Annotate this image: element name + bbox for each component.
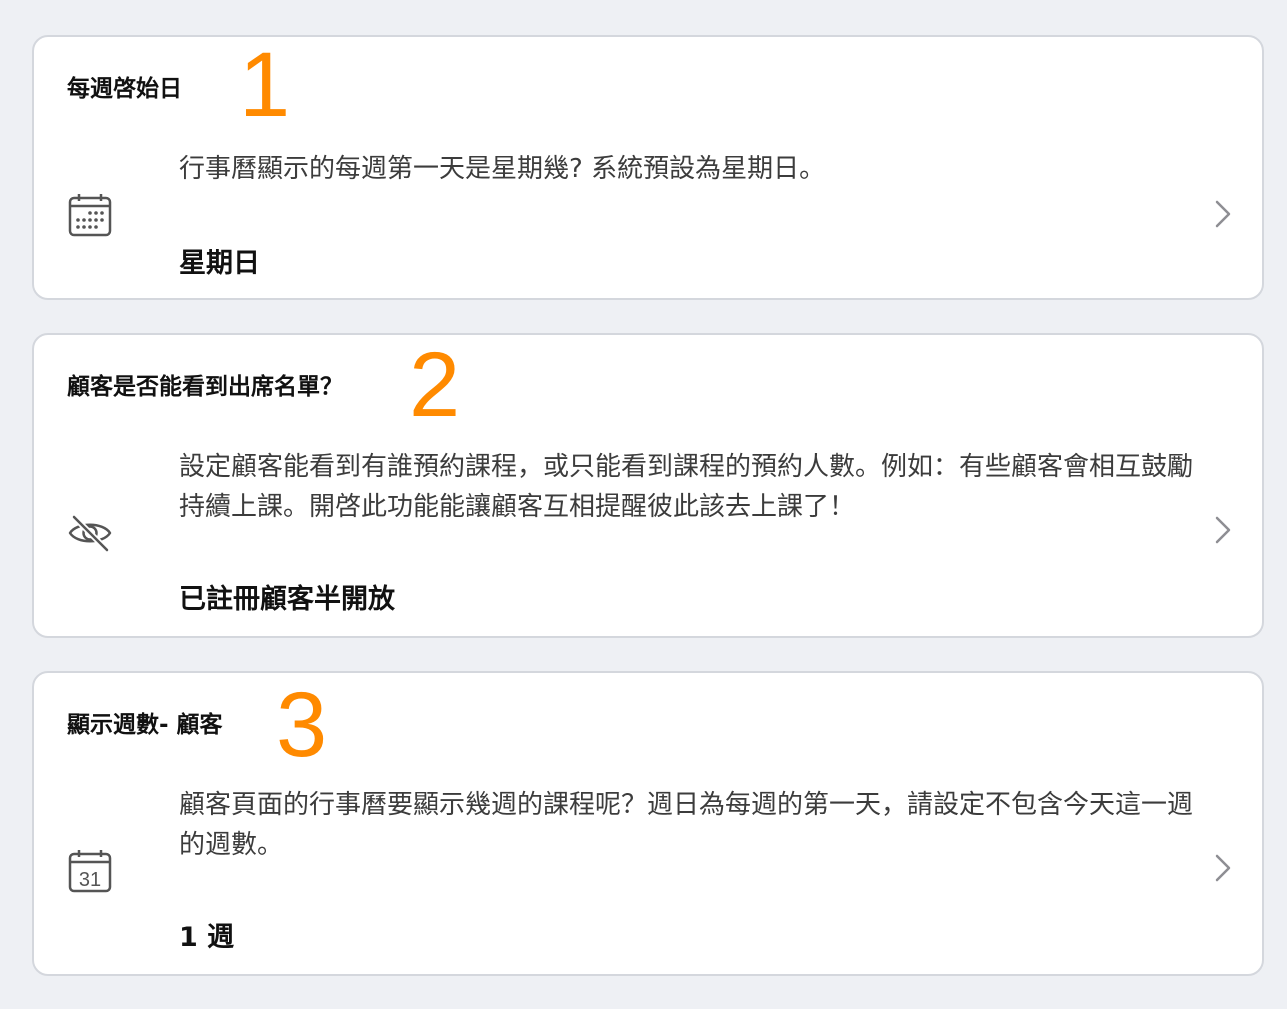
setting-card-week-start[interactable]: 每週啓始日 1 行事曆顯示的每週第一天是星期幾? 系統預設為星期日。 星期日 <box>32 35 1264 300</box>
setting-value: 1 週 <box>179 922 235 953</box>
chevron-right-icon[interactable] <box>1212 851 1234 885</box>
chevron-right-icon[interactable] <box>1212 513 1234 547</box>
setting-description: 設定顧客能看到有誰預約課程，或只能看到課程的預約人數。例如：有些顧客會相互鼓勵持… <box>179 452 1194 522</box>
setting-card-weeks-displayed[interactable]: 顯示週數- 顧客 3 顧客頁面的行事曆要顯示幾週的課程呢？週日為每週的第一天，請… <box>32 671 1264 976</box>
eye-off-icon <box>68 514 112 553</box>
calendar-31-icon: 31 <box>68 850 112 893</box>
chevron-right-icon[interactable] <box>1212 197 1234 231</box>
setting-title: 顧客是否能看到出席名單？ <box>67 374 343 400</box>
setting-description: 顧客頁面的行事曆要顯示幾週的課程呢？週日為每週的第一天，請設定不包含今天這一週的… <box>179 790 1194 860</box>
setting-value: 星期日 <box>179 248 260 279</box>
setting-card-attendance-visibility[interactable]: 顧客是否能看到出席名單？ 2 設定顧客能看到有誰預約課程，或只能看到課程的預約人… <box>32 333 1264 638</box>
setting-value: 已註冊顧客半開放 <box>179 584 395 615</box>
step-number-annotation: 3 <box>276 674 328 776</box>
setting-title: 每週啓始日 <box>67 76 182 102</box>
calendar-grid-icon <box>68 194 112 237</box>
step-number-annotation: 2 <box>409 334 461 436</box>
calendar-day-number: 31 <box>79 869 101 891</box>
setting-description: 行事曆顯示的每週第一天是星期幾? 系統預設為星期日。 <box>179 154 826 184</box>
setting-title: 顯示週數- 顧客 <box>67 712 223 738</box>
step-number-annotation: 1 <box>239 34 291 136</box>
